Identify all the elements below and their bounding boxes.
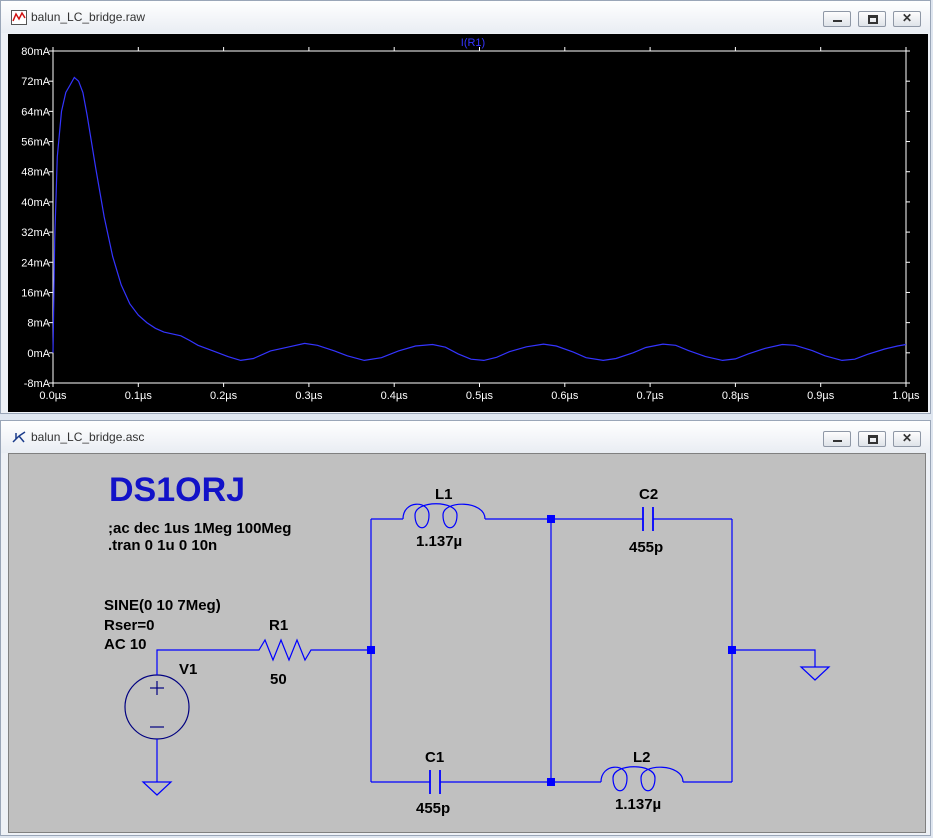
voltage-source-v1[interactable] xyxy=(124,674,190,740)
c1-ref[interactable]: C1 xyxy=(425,749,444,766)
inductor-l2[interactable] xyxy=(600,766,684,792)
tran-directive[interactable]: .tran 0 1u 0 10n xyxy=(108,537,217,554)
x-tick-label: 0.5µs xyxy=(466,390,494,402)
x-tick-label: 0.1µs xyxy=(125,390,153,402)
l1-ref[interactable]: L1 xyxy=(435,486,453,503)
junction-dot xyxy=(547,778,555,786)
y-tick-label: 48mA xyxy=(21,167,50,179)
y-tick-label: 0mA xyxy=(27,348,50,360)
series-line-i-r1[interactable] xyxy=(52,76,907,362)
ground-icon[interactable] xyxy=(799,666,831,681)
y-tick-label: 80mA xyxy=(21,46,50,58)
schematic-icon xyxy=(12,431,26,443)
source-param-ac[interactable]: AC 10 xyxy=(104,636,147,653)
schematic-canvas[interactable]: DS1ORJ ;ac dec 1us 1Meg 100Meg .tran 0 1… xyxy=(8,453,926,833)
x-tick-label: 1.0µs xyxy=(892,390,920,402)
l2-ref[interactable]: L2 xyxy=(633,749,651,766)
l2-value[interactable]: 1.137µ xyxy=(615,796,661,813)
c1-value[interactable]: 455p xyxy=(416,800,450,817)
resistor-r1[interactable] xyxy=(246,638,371,662)
schematic-window[interactable]: balun_LC_bridge.asc ✕ DS1ORJ ;ac dec 1us… xyxy=(0,420,931,836)
waveform-window-title: balun_LC_bridge.raw xyxy=(31,10,146,24)
plot-frame xyxy=(52,50,907,384)
close-button[interactable]: ✕ xyxy=(893,431,921,447)
maximize-icon xyxy=(868,435,878,444)
minimize-icon xyxy=(833,20,842,22)
ground-icon[interactable] xyxy=(141,781,173,796)
source-param-rser[interactable]: Rser=0 xyxy=(104,617,154,634)
minimize-icon xyxy=(833,440,842,442)
x-tick-label: 0.4µs xyxy=(381,390,409,402)
r1-ref[interactable]: R1 xyxy=(269,617,288,634)
y-tick-label: 64mA xyxy=(21,106,50,118)
l1-value[interactable]: 1.137µ xyxy=(416,533,462,550)
y-tick-label: 16mA xyxy=(21,287,50,299)
x-tick-label: 0.9µs xyxy=(807,390,835,402)
wire[interactable] xyxy=(732,649,816,667)
close-icon: ✕ xyxy=(901,431,913,445)
schematic-heading[interactable]: DS1ORJ xyxy=(109,471,245,509)
source-param-sine[interactable]: SINE(0 10 7Meg) xyxy=(104,597,221,614)
y-tick-label: 32mA xyxy=(21,227,50,239)
trace-label[interactable]: I(R1) xyxy=(461,37,485,49)
ac-directive[interactable]: ;ac dec 1us 1Meg 100Meg xyxy=(108,520,291,537)
waveform-window[interactable]: balun_LC_bridge.raw ✕ 80mA 72mA 64mA 56mA 48… xyxy=(0,0,931,414)
y-tick-label: 8mA xyxy=(27,318,50,330)
x-tick-label: 0.3µs xyxy=(295,390,323,402)
close-icon: ✕ xyxy=(901,11,913,25)
close-button[interactable]: ✕ xyxy=(893,11,921,27)
inductor-l1[interactable] xyxy=(402,503,486,529)
y-tick-label: 56mA xyxy=(21,137,50,149)
y-tick-label: -8mA xyxy=(24,378,51,390)
maximize-button[interactable] xyxy=(858,11,886,27)
junction-dot xyxy=(547,515,555,523)
y-tick-label: 40mA xyxy=(21,197,50,209)
x-tick-label: 0.7µs xyxy=(637,390,665,402)
waveform-icon xyxy=(11,10,27,25)
waveform-titlebar[interactable]: balun_LC_bridge.raw ✕ xyxy=(1,1,930,33)
r1-value[interactable]: 50 xyxy=(270,671,287,688)
waveform-chart[interactable]: 80mA 72mA 64mA 56mA 48mA 40mA 32mA 24mA 16mA 8mA 0… xyxy=(8,34,928,412)
x-tick-label: 0.2µs xyxy=(210,390,238,402)
y-tick-label: 24mA xyxy=(21,257,50,269)
x-tick-label: 0.8µs xyxy=(722,390,750,402)
c2-value[interactable]: 455p xyxy=(629,539,663,556)
maximize-icon xyxy=(868,15,878,24)
c2-ref[interactable]: C2 xyxy=(639,486,658,503)
wire[interactable] xyxy=(156,649,246,675)
plot-pane[interactable]: 80mA 72mA 64mA 56mA 48mA 40mA 32mA 24mA 16mA 8mA 0… xyxy=(8,34,928,412)
minimize-button[interactable] xyxy=(823,431,851,447)
x-tick-label: 0.6µs xyxy=(551,390,579,402)
junction-dot xyxy=(367,646,375,654)
schematic-window-title: balun_LC_bridge.asc xyxy=(31,430,145,444)
x-tick-label: 0.0µs xyxy=(39,390,67,402)
schematic-titlebar[interactable]: balun_LC_bridge.asc ✕ xyxy=(1,421,930,453)
minimize-button[interactable] xyxy=(823,11,851,27)
y-tick-label: 72mA xyxy=(21,76,50,88)
schematic-drawing[interactable]: DS1ORJ ;ac dec 1us 1Meg 100Meg .tran 0 1… xyxy=(9,454,925,832)
junction-dot xyxy=(728,646,736,654)
maximize-button[interactable] xyxy=(858,431,886,447)
v1-label[interactable]: V1 xyxy=(179,661,197,678)
